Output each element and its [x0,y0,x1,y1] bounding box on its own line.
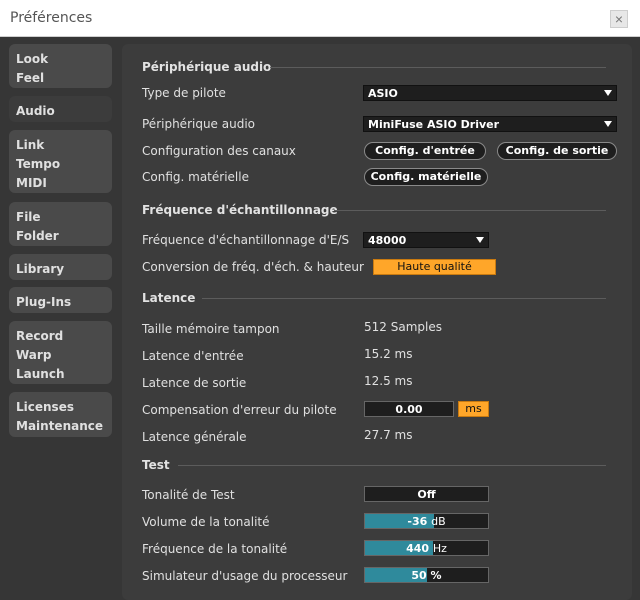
output-latency-label: Latence de sortie [142,376,247,390]
cpu-simulator-slider[interactable]: 50 % [364,567,489,583]
tone-volume-unit: dB [431,515,446,528]
chevron-down-icon [476,237,484,243]
compensation-value: 0.00 [395,403,423,416]
audio-device-value: MiniFuse ASIO Driver [368,118,500,131]
overall-latency-value: 27.7 ms [364,428,413,442]
input-latency-label: Latence d'entrée [142,349,244,363]
tab-file-folder[interactable]: File Folder [9,202,112,246]
section-title-latency: Latence [142,291,196,305]
chevron-down-icon [604,121,612,127]
channel-config-label: Configuration des canaux [142,144,296,158]
rate-conversion-label: Conversion de fréq. d'éch. & hauteur [142,260,364,274]
output-latency-value: 12.5 ms [364,374,413,388]
buffer-size-label: Taille mémoire tampon [142,322,280,336]
tone-frequency-value: 440 [406,542,430,555]
cpu-simulator-value: 50 % [411,569,442,582]
tone-volume-value: -36 [407,515,428,528]
window-title: Préférences [10,10,93,26]
input-config-button[interactable]: Config. d'entrée [364,142,486,160]
close-button[interactable]: × [610,10,628,28]
cpu-simulator-label: Simulateur d'usage du processeur [142,569,348,583]
tone-frequency-unit: Hz [432,542,447,555]
tone-frequency-readout: 440 Hz [365,542,488,555]
section-divider [202,298,606,299]
section-divider [178,465,606,466]
section-divider [270,67,606,68]
compensation-unit-toggle[interactable]: ms [458,401,489,417]
tab-label: Look [16,52,49,66]
test-tone-value: Off [417,488,436,501]
title-bar: Préférences × [0,0,640,37]
tab-label: Maintenance [16,419,104,433]
tab-label: Record [16,329,64,343]
driver-type-dropdown[interactable]: ASIO [363,85,617,101]
preferences-window: Préférences × Look Feel Audio Link Tempo… [0,0,640,600]
high-quality-toggle[interactable]: Haute qualité [373,259,496,275]
test-tone-label: Tonalité de Test [142,488,235,502]
tab-label: Feel [16,71,45,85]
tone-volume-readout: -36 dB [365,515,488,528]
tab-link-tempo-midi[interactable]: Link Tempo MIDI [9,130,112,193]
tab-label: Folder [16,229,59,243]
tab-plug-ins[interactable]: Plug-Ins [9,287,112,313]
tab-label: Plug-Ins [16,295,72,309]
section-title-sample-rate: Fréquence d'échantillonnage [142,203,338,217]
tab-label: Launch [16,367,65,381]
section-divider [334,210,606,211]
io-sample-rate-dropdown[interactable]: 48000 [363,232,489,248]
tab-label: Link [16,138,45,152]
buffer-size-value[interactable]: 512 Samples [364,320,442,334]
tab-audio[interactable]: Audio [9,96,112,122]
tab-label: Warp [16,348,52,362]
audio-device-dropdown[interactable]: MiniFuse ASIO Driver [363,116,617,132]
driver-error-compensation-field[interactable]: 0.00 [364,401,454,417]
output-config-button[interactable]: Config. de sortie [497,142,617,160]
driver-error-compensation-label: Compensation d'erreur du pilote [142,403,337,417]
tab-library[interactable]: Library [9,254,112,280]
audio-settings-panel: Périphérique audio Type de pilote ASIO P… [122,44,632,600]
section-title-device: Périphérique audio [142,60,272,74]
input-latency-value: 15.2 ms [364,347,413,361]
io-sample-rate-label: Fréquence d'échantillonnage d'E/S [142,233,350,247]
driver-type-label: Type de pilote [142,86,226,100]
tab-label: Tempo [16,157,61,171]
hardware-config-label: Config. matérielle [142,170,249,184]
test-tone-toggle[interactable]: Off [364,486,489,502]
tab-label: Licenses [16,400,74,414]
tone-frequency-slider[interactable]: 440 Hz [364,540,489,556]
hardware-config-button[interactable]: Config. matérielle [364,168,488,186]
tone-frequency-label: Fréquence de la tonalité [142,542,288,556]
tone-volume-label: Volume de la tonalité [142,515,270,529]
tab-record-warp-launch[interactable]: Record Warp Launch [9,321,112,384]
tab-label: Library [16,262,65,276]
section-title-test: Test [142,458,170,472]
tab-label: File [16,210,41,224]
tab-label: MIDI [16,176,47,190]
tab-licenses-maintenance[interactable]: Licenses Maintenance [9,392,112,437]
tab-label: Audio [16,104,55,118]
chevron-down-icon [604,90,612,96]
sidebar: Look Feel Audio Link Tempo MIDI File Fol… [9,44,112,600]
overall-latency-label: Latence générale [142,430,247,444]
audio-device-label: Périphérique audio [142,117,256,131]
io-sample-rate-value: 48000 [368,234,407,247]
close-icon: × [614,11,624,27]
tab-look-feel[interactable]: Look Feel [9,44,112,88]
tone-volume-slider[interactable]: -36 dB [364,513,489,529]
driver-type-value: ASIO [368,87,398,100]
